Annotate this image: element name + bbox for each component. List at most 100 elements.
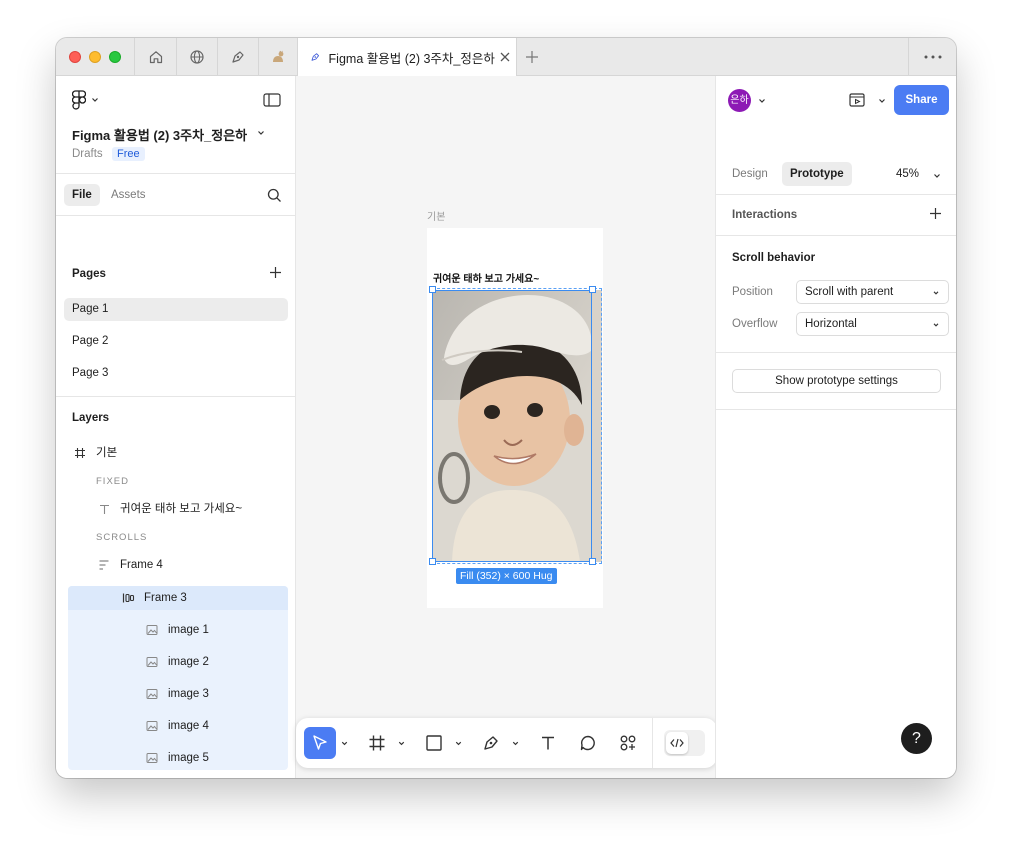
add-page-icon[interactable] bbox=[269, 266, 282, 279]
image-icon bbox=[144, 686, 160, 702]
chevron-down-icon[interactable] bbox=[932, 171, 942, 181]
frame-gibon[interactable]: 귀여운 태하 보고 가세요~ Fill (352) × 600 Hug bbox=[427, 228, 603, 608]
page-item-1[interactable]: Page 1 bbox=[64, 298, 288, 321]
pen-icon bbox=[232, 50, 244, 63]
minimize-window-button[interactable] bbox=[89, 51, 101, 63]
layers-heading: Layers bbox=[72, 412, 110, 424]
chevron-down-icon[interactable] bbox=[256, 128, 266, 138]
page-item-2[interactable]: Page 2 bbox=[64, 330, 288, 353]
resize-handle-tr[interactable] bbox=[589, 286, 596, 293]
position-label: Position bbox=[732, 286, 773, 298]
file-location[interactable]: Drafts bbox=[72, 148, 103, 160]
dev-mode-toggle[interactable] bbox=[664, 730, 705, 756]
file-tab-pen[interactable] bbox=[217, 38, 258, 75]
layer-label: image 4 bbox=[168, 720, 209, 732]
fixed-section-label: FIXED bbox=[96, 476, 129, 487]
globe-icon bbox=[190, 49, 204, 64]
close-tab-icon[interactable] bbox=[495, 51, 516, 63]
active-file-tab[interactable]: Figma 활용법 (2) 3주차_정은하 bbox=[297, 38, 517, 76]
maximize-window-button[interactable] bbox=[109, 51, 121, 63]
page-item-3[interactable]: Page 3 bbox=[64, 362, 288, 385]
position-value: Scroll with parent bbox=[805, 286, 894, 298]
pen-tool-button[interactable] bbox=[478, 727, 504, 759]
help-button[interactable]: ? bbox=[901, 723, 932, 754]
move-tool-button[interactable] bbox=[304, 727, 336, 759]
vertical-autolayout-icon bbox=[96, 557, 112, 573]
avatar[interactable]: 은하 bbox=[728, 89, 751, 112]
layer-frame-4[interactable]: Frame 4 bbox=[96, 553, 163, 577]
layer-image-4[interactable]: image 4 bbox=[144, 714, 209, 738]
new-tab-icon[interactable] bbox=[524, 49, 540, 65]
layer-label: image 5 bbox=[168, 752, 209, 764]
main-menu-button[interactable] bbox=[72, 90, 100, 110]
layer-image-2[interactable]: image 2 bbox=[144, 650, 209, 674]
chevron-down-icon[interactable] bbox=[757, 96, 767, 106]
tab-file[interactable]: File bbox=[64, 184, 100, 206]
resize-handle-tl[interactable] bbox=[429, 286, 436, 293]
resize-handle-bl[interactable] bbox=[429, 558, 436, 565]
scroll-behavior-heading: Scroll behavior bbox=[732, 252, 816, 264]
layer-image-5[interactable]: image 5 bbox=[144, 746, 209, 770]
layer-label: image 3 bbox=[168, 688, 209, 700]
cat-icon bbox=[273, 50, 284, 62]
active-tab-title: Figma 활용법 (2) 3주차_정은하 bbox=[328, 51, 495, 66]
layer-label: 귀여운 태하 보고 가세요~ bbox=[120, 503, 243, 515]
title-bar: Figma 활용법 (2) 3주차_정은하 bbox=[56, 38, 956, 76]
search-icon[interactable] bbox=[267, 188, 282, 203]
chevron-down-icon bbox=[933, 323, 939, 327]
file-tab-cat[interactable] bbox=[258, 38, 297, 75]
selection-box[interactable] bbox=[432, 290, 592, 562]
chevron-down-icon[interactable] bbox=[340, 739, 349, 748]
zoom-level[interactable]: 45% bbox=[896, 168, 919, 180]
home-tab[interactable] bbox=[134, 38, 176, 75]
resize-handle-br[interactable] bbox=[589, 558, 596, 565]
tab-assets[interactable]: Assets bbox=[111, 184, 146, 206]
actions-tool-button[interactable] bbox=[615, 727, 641, 759]
chevron-down-icon[interactable] bbox=[397, 739, 406, 748]
interactions-heading: Interactions bbox=[732, 209, 798, 221]
more-options-button[interactable] bbox=[908, 38, 956, 75]
rectangle-icon bbox=[426, 735, 442, 751]
frame-name-label[interactable]: 기본 bbox=[427, 208, 445, 223]
chevron-down-icon bbox=[933, 291, 939, 295]
tab-design[interactable]: Design bbox=[732, 168, 768, 180]
layer-label: 기본 bbox=[96, 447, 118, 459]
add-interaction-icon[interactable] bbox=[929, 207, 942, 220]
layer-image-3[interactable]: image 3 bbox=[144, 682, 209, 706]
position-select[interactable]: Scroll with parent bbox=[796, 280, 949, 304]
figma-logo-icon bbox=[72, 90, 86, 110]
frame-icon bbox=[72, 445, 88, 461]
comment-tool-button[interactable] bbox=[575, 727, 601, 759]
chevron-down-icon[interactable] bbox=[511, 739, 520, 748]
chevron-down-icon[interactable] bbox=[877, 96, 887, 106]
layer-text[interactable]: 귀여운 태하 보고 가세요~ bbox=[96, 497, 242, 521]
text-tool-button[interactable] bbox=[535, 727, 561, 759]
layer-selection-highlight bbox=[68, 586, 288, 770]
frame-tool-button[interactable] bbox=[364, 727, 390, 759]
present-icon[interactable] bbox=[849, 92, 865, 108]
tab-prototype[interactable]: Prototype bbox=[782, 162, 852, 186]
sidebar-toggle-icon[interactable] bbox=[263, 93, 281, 107]
canvas[interactable]: 기본 귀여운 태하 보고 가세요~ Fill (352) × 600 Hug bbox=[297, 76, 715, 778]
close-window-button[interactable] bbox=[69, 51, 81, 63]
frame-title-text[interactable]: 귀여운 태하 보고 가세요~ bbox=[433, 270, 539, 285]
image-icon bbox=[144, 622, 160, 638]
bottom-toolbar bbox=[296, 718, 717, 768]
selection-size-tag: Fill (352) × 600 Hug bbox=[456, 568, 557, 584]
pages-heading: Pages bbox=[72, 268, 106, 280]
overflow-select[interactable]: Horizontal bbox=[796, 312, 949, 336]
shape-tool-button[interactable] bbox=[421, 727, 447, 759]
share-button[interactable]: Share bbox=[894, 85, 949, 115]
file-name[interactable]: Figma 활용법 (2) 3주차_정은하 bbox=[72, 125, 247, 144]
plan-badge: Free bbox=[112, 147, 145, 161]
community-tab[interactable] bbox=[176, 38, 217, 75]
more-icon bbox=[924, 55, 941, 58]
chevron-down-icon[interactable] bbox=[454, 739, 463, 748]
image-icon bbox=[144, 750, 160, 766]
show-prototype-settings-button[interactable]: Show prototype settings bbox=[732, 369, 941, 393]
left-panel-tabs: File Assets bbox=[56, 174, 296, 216]
layer-image-1[interactable]: image 1 bbox=[144, 618, 209, 642]
layer-frame-gibon[interactable]: 기본 bbox=[72, 441, 117, 465]
file-header: Figma 활용법 (2) 3주차_정은하 Drafts Free bbox=[56, 76, 296, 174]
layer-frame-3[interactable]: Frame 3 bbox=[120, 586, 187, 610]
